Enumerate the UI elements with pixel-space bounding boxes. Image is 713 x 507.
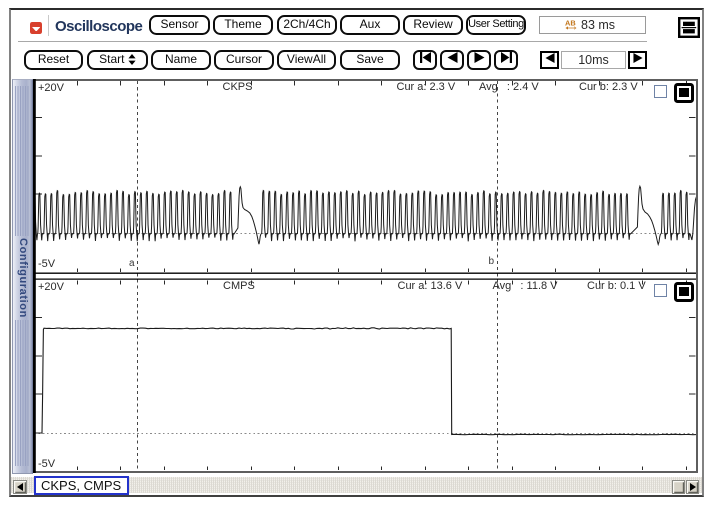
svg-text:AB: AB xyxy=(565,19,576,28)
